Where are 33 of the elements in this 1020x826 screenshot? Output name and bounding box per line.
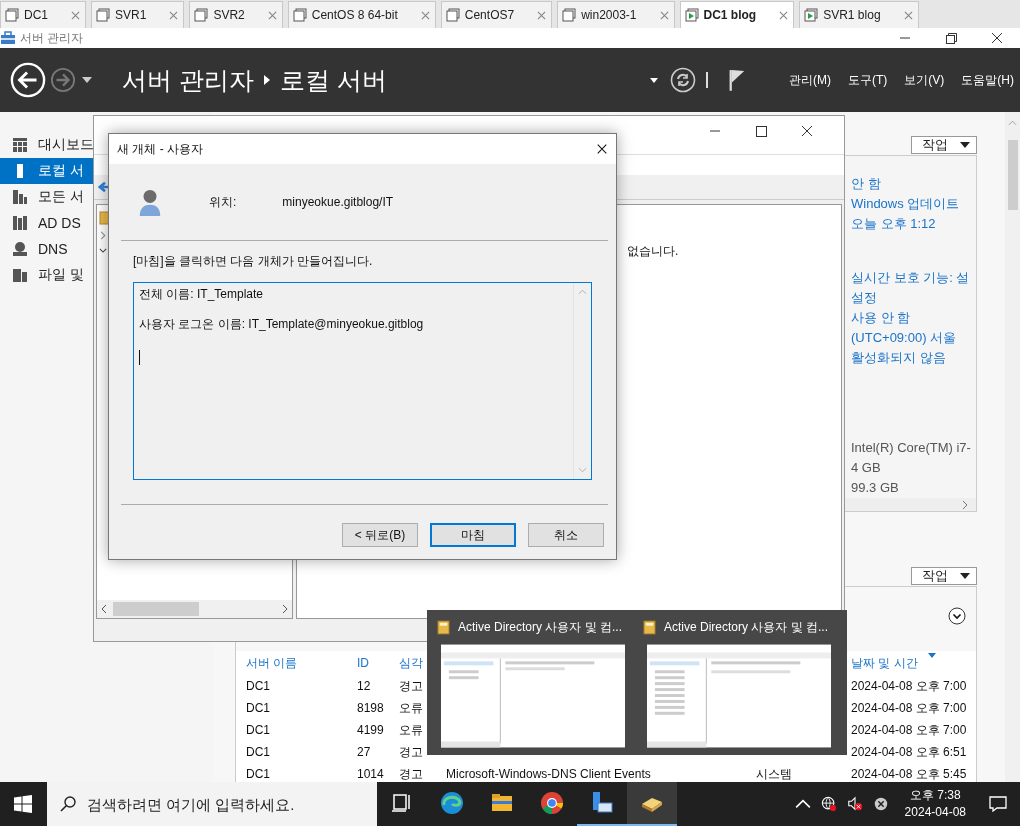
summary-line: 전체 이름: IT_Template bbox=[139, 286, 265, 302]
property-value: Intel(R) Core(TM) i7- bbox=[851, 439, 972, 457]
table-cell: 2024-04-08 오후 7:00 bbox=[851, 699, 967, 717]
table-cell: 시스템 bbox=[756, 765, 792, 782]
table-cell: DC1 bbox=[246, 679, 270, 693]
table-cell: 2024-04-08 오후 6:51 bbox=[851, 743, 967, 761]
table-cell: 오류 bbox=[399, 699, 423, 717]
table-cell: 12 bbox=[357, 679, 371, 693]
property-value: 4 GB bbox=[851, 459, 882, 477]
instruction-text: [마침]을 클릭하면 다음 개체가 만들어집니다. bbox=[133, 253, 374, 270]
table-cell: 4199 bbox=[357, 723, 384, 737]
dialog-title: 새 개체 - 사용자 bbox=[117, 140, 203, 158]
table-cell: 2024-04-08 오후 7:00 bbox=[851, 721, 967, 739]
table-cell: 8198 bbox=[357, 701, 384, 715]
table-cell: DC1 bbox=[246, 701, 270, 715]
table-cell: 경고 bbox=[399, 677, 423, 695]
window-title: 서버 관리자 bbox=[20, 29, 84, 47]
table-cell: 2024-04-08 오후 7:00 bbox=[851, 677, 967, 695]
empty-message: 없습니다. bbox=[627, 244, 679, 258]
table-cell: 경고 bbox=[399, 765, 423, 782]
table-cell: DC1 bbox=[246, 745, 270, 759]
table-cell: 27 bbox=[357, 745, 371, 759]
table-cell: DC1 bbox=[246, 723, 270, 737]
table-cell: 오류 bbox=[399, 721, 423, 739]
table-cell: DC1 bbox=[246, 767, 270, 781]
location-label: 위치: bbox=[209, 193, 237, 211]
table-cell: Microsoft-Windows-DNS Client Events bbox=[446, 767, 651, 781]
summary-line: 사용자 로그온 이름: IT_Template@minyeokue.gitblog bbox=[139, 316, 425, 332]
location-value: minyeokue.gitblog/IT bbox=[282, 195, 394, 209]
table-cell: 경고 bbox=[399, 743, 423, 761]
table-cell: 1014 bbox=[357, 767, 384, 781]
table-cell: 2024-04-08 오후 5:45 bbox=[851, 765, 967, 782]
property-value: 99.3 GB bbox=[851, 479, 900, 497]
